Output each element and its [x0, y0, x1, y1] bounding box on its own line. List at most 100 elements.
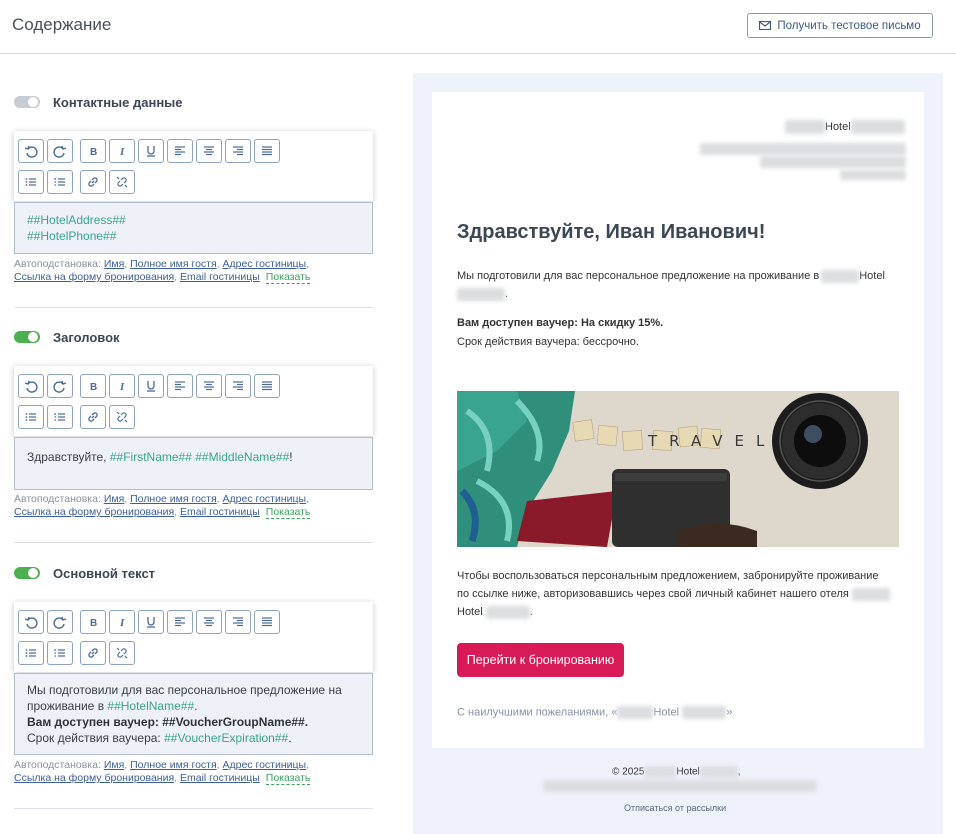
autosub-link-hotel-address[interactable]: Адрес гостиницы [223, 759, 307, 771]
underline-button[interactable] [138, 610, 164, 634]
align-center-icon [204, 617, 214, 627]
underline-icon [147, 617, 155, 628]
svg-text:B: B [90, 618, 97, 629]
editor-content[interactable]: Мы подготовили для вас персональное пред… [14, 673, 373, 755]
align-left-icon [175, 146, 185, 156]
redo-button[interactable] [47, 374, 73, 398]
italic-button[interactable]: I [109, 139, 135, 163]
svg-text:I: I [119, 617, 125, 629]
link-button[interactable] [80, 641, 106, 665]
autosub-link-booking-form[interactable]: Ссылка на форму бронирования [14, 271, 174, 283]
unsubscribe-link[interactable]: Отписаться от рассылки [624, 803, 726, 813]
undo-button[interactable] [18, 139, 44, 163]
align-center-button[interactable] [196, 139, 222, 163]
unlink-icon [116, 647, 128, 659]
editor-text: . [288, 731, 292, 745]
svg-text:B: B [90, 147, 97, 158]
link-button[interactable] [80, 405, 106, 429]
autosub-link-booking-form[interactable]: Ссылка на форму бронирования [14, 506, 174, 518]
contacts-toggle[interactable] [14, 96, 40, 108]
editor-toolbar: BI [14, 602, 373, 672]
underline-button[interactable] [138, 139, 164, 163]
show-more-link[interactable]: Показать [265, 772, 311, 785]
align-justify-button[interactable] [254, 374, 280, 398]
align-center-button[interactable] [196, 374, 222, 398]
align-left-button[interactable] [167, 610, 193, 634]
redacted-footer-address [543, 780, 817, 792]
align-center-icon [204, 146, 214, 156]
align-justify-button[interactable] [254, 610, 280, 634]
hotel-word: Hotel [676, 766, 700, 778]
autosubstitution: Автоподстановка: Имя, Полное имя гостя, … [14, 759, 311, 785]
unlink-button[interactable] [109, 405, 135, 429]
align-right-button[interactable] [225, 610, 251, 634]
bullet-list-button[interactable] [18, 405, 44, 429]
unlink-button[interactable] [109, 170, 135, 194]
numbered-list-button[interactable] [47, 405, 73, 429]
numbered-list-icon [54, 413, 65, 421]
autosub-link-name[interactable]: Имя [104, 493, 124, 505]
macro-text: ##HotelAddress## [27, 213, 126, 227]
underline-icon [147, 381, 155, 392]
autosub-link-full-name[interactable]: Полное имя гостя [130, 258, 217, 270]
numbered-list-button[interactable] [47, 170, 73, 194]
numbered-list-icon [54, 178, 65, 186]
macro-text: ##VoucherGroupName## [162, 715, 305, 729]
autosub-link-hotel-email[interactable]: Email гостиницы [180, 772, 260, 784]
body-toggle[interactable] [14, 567, 40, 579]
undo-button[interactable] [18, 374, 44, 398]
editor-content[interactable]: ##HotelAddress## ##HotelPhone## [14, 202, 373, 254]
autosub-link-hotel-address[interactable]: Адрес гостиницы [223, 258, 307, 270]
heading-toggle[interactable] [14, 331, 40, 343]
underline-icon [147, 146, 155, 157]
align-left-button[interactable] [167, 139, 193, 163]
bullet-list-button[interactable] [18, 170, 44, 194]
autosub-link-name[interactable]: Имя [104, 759, 124, 771]
autosub-link-hotel-email[interactable]: Email гостиницы [180, 506, 260, 518]
link-icon [88, 177, 98, 187]
align-justify-icon [262, 617, 272, 627]
divider [14, 307, 373, 308]
undo-button[interactable] [18, 610, 44, 634]
bold-button[interactable]: B [80, 610, 106, 634]
redacted-text [785, 120, 825, 134]
autosub-link-full-name[interactable]: Полное имя гостя [130, 493, 217, 505]
autosub-link-booking-form[interactable]: Ссылка на форму бронирования [14, 772, 174, 784]
align-right-button[interactable] [225, 374, 251, 398]
italic-button[interactable]: I [109, 374, 135, 398]
autosub-link-hotel-address[interactable]: Адрес гостиницы [223, 493, 307, 505]
editor-content[interactable]: Здравствуйте, ##FirstName## ##MiddleName… [14, 437, 373, 490]
bullet-list-icon [25, 413, 36, 421]
link-button[interactable] [80, 170, 106, 194]
align-left-button[interactable] [167, 374, 193, 398]
autosub-link-name[interactable]: Имя [104, 258, 124, 270]
bold-button[interactable]: B [80, 374, 106, 398]
redo-icon [53, 616, 67, 629]
bullet-list-icon [25, 649, 36, 657]
editor-toolbar: BI [14, 366, 373, 436]
email-greeting: Здравствуйте, Иван Иванович! [457, 221, 766, 243]
editor-text: ! [289, 450, 293, 464]
align-center-button[interactable] [196, 610, 222, 634]
autosub-link-full-name[interactable]: Полное имя гостя [130, 759, 217, 771]
bold-button[interactable]: B [80, 139, 106, 163]
align-right-button[interactable] [225, 139, 251, 163]
show-more-link[interactable]: Показать [265, 506, 311, 519]
redo-icon [53, 380, 67, 393]
italic-button[interactable]: I [109, 610, 135, 634]
redo-button[interactable] [47, 610, 73, 634]
align-justify-button[interactable] [254, 139, 280, 163]
align-right-icon [233, 146, 243, 156]
bullet-list-button[interactable] [18, 641, 44, 665]
editor-text: Здравствуйте, [27, 450, 110, 464]
unlink-button[interactable] [109, 641, 135, 665]
get-test-email-button[interactable]: Получить тестовое письмо [747, 13, 933, 38]
numbered-list-button[interactable] [47, 641, 73, 665]
underline-button[interactable] [138, 374, 164, 398]
show-more-link[interactable]: Показать [265, 271, 311, 284]
hotel-word: Hotel [859, 270, 885, 282]
go-to-booking-button[interactable]: Перейти к бронированию [457, 643, 624, 677]
redo-button[interactable] [47, 139, 73, 163]
autosub-link-hotel-email[interactable]: Email гостиницы [180, 271, 260, 283]
section-contacts: Контактные данные [14, 93, 373, 111]
